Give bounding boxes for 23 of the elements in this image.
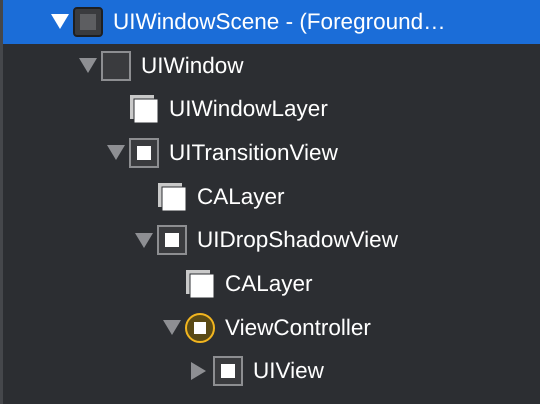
tree-item-label[interactable]: UIView — [253, 354, 324, 388]
tree-item-label[interactable]: UIWindow — [141, 48, 244, 82]
view-icon — [157, 225, 187, 256]
disclosure-triangle[interactable] — [51, 14, 69, 30]
tree-item-label[interactable]: CALayer — [225, 267, 313, 301]
disclosure-triangle[interactable] — [79, 58, 97, 74]
controller-icon — [185, 312, 215, 343]
disclosure-triangle[interactable] — [191, 362, 206, 380]
layers-icon — [185, 268, 215, 299]
tree-item-label[interactable]: UIWindowLayer — [169, 92, 328, 126]
layers-icon — [129, 94, 159, 124]
disclosure-triangle[interactable] — [107, 145, 125, 160]
disclosure-triangle[interactable] — [135, 232, 153, 248]
tree-item-label[interactable]: UITransitionView — [169, 136, 338, 170]
layers-icon — [157, 182, 187, 212]
tree-item-label[interactable]: UIDropShadowView — [197, 223, 398, 258]
tree-item-label[interactable]: CALayer — [197, 180, 285, 214]
tree-item-label[interactable]: ViewController — [225, 310, 371, 345]
square-icon — [101, 50, 131, 81]
view-icon — [129, 138, 159, 168]
scene-icon — [73, 6, 103, 37]
disclosure-triangle[interactable] — [163, 320, 181, 336]
view-icon — [213, 356, 243, 386]
